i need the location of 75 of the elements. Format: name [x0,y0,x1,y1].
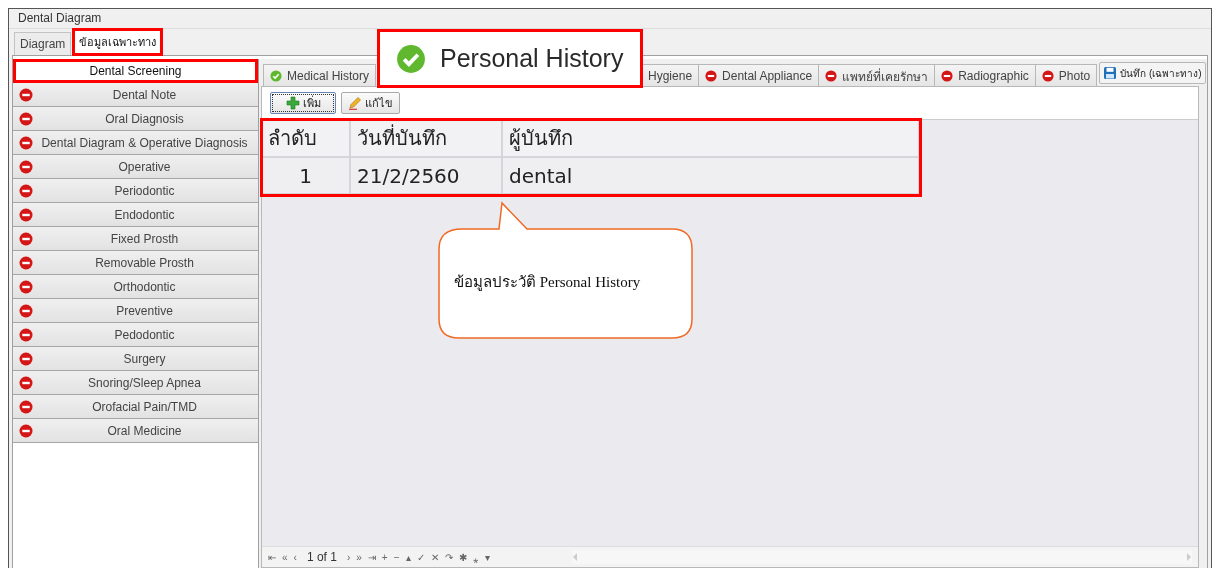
navigator-button[interactable]: « [282,551,288,563]
minus-circle-icon [19,375,33,390]
minus-circle-icon [19,231,33,246]
column-header[interactable]: วันที่บันทึก [350,120,502,157]
add-button[interactable]: เพิ่ม [270,92,336,114]
navigator-button[interactable]: ✕ [430,551,439,563]
navigator-button[interactable]: » [356,551,362,563]
table-cell: dental [502,157,919,194]
sidebar-item[interactable]: Orofacial Pain/TMD [13,395,258,419]
minus-circle-icon [19,399,33,414]
navigator-button[interactable]: + [381,551,388,563]
minus-circle-icon [19,183,33,198]
minus-circle-icon [705,70,718,82]
sidebar-item[interactable]: Pedodontic [13,323,258,347]
sidebar-item[interactable]: Dental Screening [13,59,258,83]
minus-circle-icon [19,135,33,150]
navigator-button[interactable]: − [393,551,400,563]
plus-icon [285,96,300,110]
minus-circle-icon [19,87,33,102]
sidebar-item[interactable]: Orthodontic [13,275,258,299]
minus-circle-icon [19,351,33,366]
section-tab[interactable]: Medical History [263,64,377,87]
minus-circle-icon [941,70,954,82]
section-tab[interactable]: Radiographic [934,64,1036,87]
minus-circle-icon [1041,70,1054,82]
edit-button[interactable]: แก้ไข [341,92,400,114]
navigator-button[interactable]: ⇥ [367,551,376,563]
navigator-button[interactable]: › [346,551,351,563]
tab[interactable]: ข้อมูลเฉพาะทาง [73,29,163,55]
annotation-label: Personal History [440,44,624,73]
table-cell: 21/2/2560 [350,157,502,194]
navigator-button[interactable]: ‹ [293,551,297,563]
navigator-button[interactable]: ▴ [405,551,411,563]
minus-circle-icon [19,279,33,294]
section-tab[interactable]: แพทย์ที่เคยรักษา [818,64,936,87]
minus-circle-icon [19,159,33,174]
minus-circle-icon [19,423,33,438]
sidebar-item[interactable]: Periodontic [13,179,258,203]
check-circle-icon [270,70,282,82]
sidebar-item[interactable]: Oral Diagnosis [13,107,258,131]
navigator-button[interactable]: ▾ [484,551,490,563]
sidebar-item[interactable]: Snoring/Sleep Apnea [13,371,258,395]
minus-circle-icon [825,70,838,82]
page-indicator: 1 of 1 [306,550,337,564]
sidebar-item[interactable]: Dental Note [13,83,258,107]
pencil-icon [348,96,362,110]
navigator-button[interactable]: ↷ [444,551,453,563]
sidebar-item[interactable]: Surgery [13,347,258,371]
sidebar-item[interactable]: Dental Diagram & Operative Diagnosis [13,131,258,155]
navigator-button[interactable]: ✱ [458,551,467,563]
minus-circle-icon [19,327,33,342]
navigator-button[interactable]: ⇤ [268,551,276,563]
minus-circle-icon [19,255,33,270]
horizontal-scrollbar[interactable] [572,550,1192,564]
minus-circle-icon [19,207,33,222]
table-cell: 1 [262,157,350,194]
sidebar-item[interactable]: Endodontic [13,203,258,227]
minus-circle-icon [19,111,33,126]
sidebar-item[interactable]: Removable Prosth [13,251,258,275]
sidebar-item[interactable]: Preventive [13,299,258,323]
tab[interactable]: Diagram [14,32,72,55]
sidebar-item[interactable]: Fixed Prosth [13,227,258,251]
minus-circle-icon [19,303,33,318]
column-header[interactable]: ลำดับ [262,120,350,157]
scroll-right-icon[interactable] [1186,553,1192,561]
navigator-button[interactable]: ⁎ [472,550,479,564]
callout-text: ข้อมูลประวัติ Personal History [454,273,641,293]
column-header[interactable]: ผู้บันทึก [502,120,919,157]
scroll-left-icon[interactable] [572,553,578,561]
navigator-button[interactable]: ✓ [416,551,425,563]
section-tab[interactable]: Dental Appliance [698,64,820,87]
sidebar-item[interactable]: Oral Medicine [13,419,258,443]
sidebar-item[interactable]: Operative [13,155,258,179]
check-circle-icon [396,43,426,74]
save-button[interactable]: บันทึก (เฉพาะทาง) [1099,62,1206,84]
